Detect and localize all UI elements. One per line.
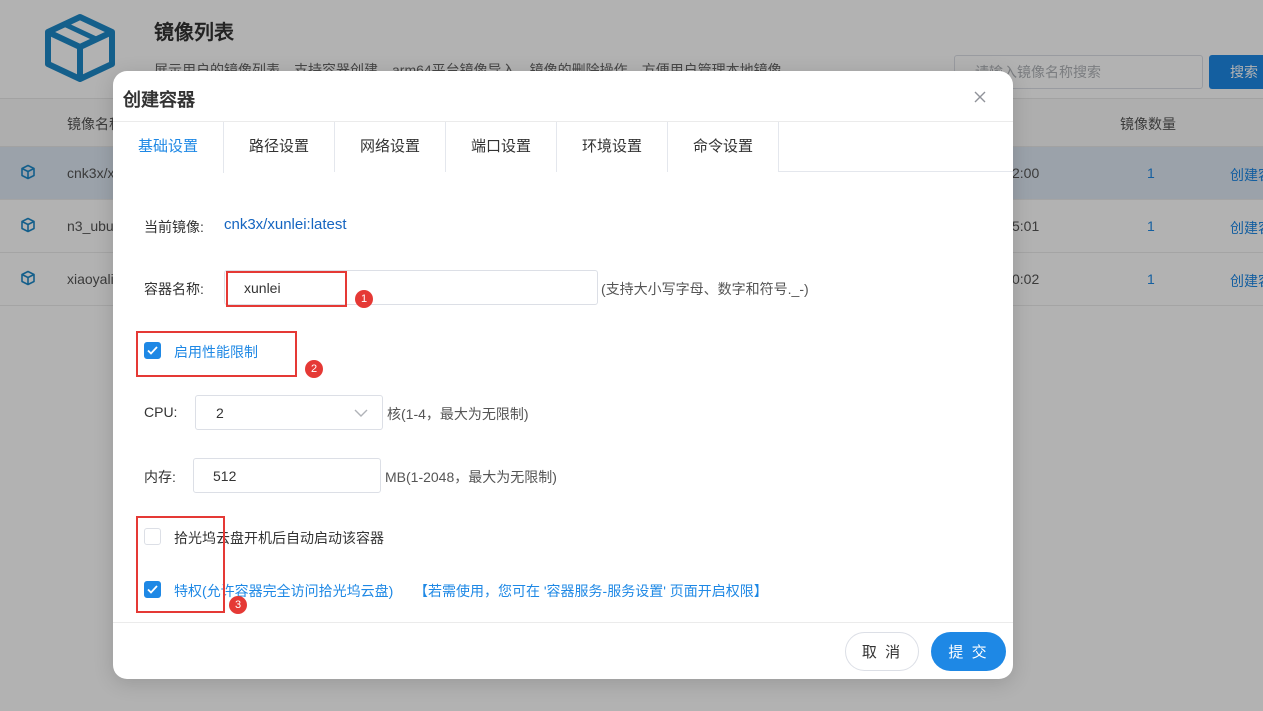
settings-tabs: 基础设置 路径设置 网络设置 端口设置 环境设置 命令设置 — [113, 122, 1013, 173]
dialog-footer: 取 消 提 交 — [113, 622, 1013, 679]
tab-basic-settings[interactable]: 基础设置 — [113, 122, 224, 173]
tab-port-settings[interactable]: 端口设置 — [446, 122, 557, 172]
annotation-box-checkboxes — [136, 516, 225, 613]
cpu-label: CPU: — [144, 404, 178, 420]
privileged-note: 【若需使用，您可在 '容器服务-服务设置' 页面开启权限】 — [414, 583, 768, 599]
tab-env-settings[interactable]: 环境设置 — [557, 122, 668, 172]
annotation-badge: 1 — [355, 290, 373, 308]
submit-button[interactable]: 提 交 — [931, 632, 1006, 671]
cpu-hint: 核(1-4，最大为无限制) — [387, 406, 529, 422]
tab-command-settings[interactable]: 命令设置 — [668, 122, 779, 172]
dialog-header: 创建容器 — [113, 71, 1013, 122]
close-icon[interactable] — [971, 88, 989, 106]
tab-path-settings[interactable]: 路径设置 — [224, 122, 335, 172]
annotation-box-container-name — [226, 271, 347, 307]
annotation-badge: 3 — [229, 596, 247, 614]
cancel-button[interactable]: 取 消 — [845, 632, 919, 671]
dialog-title: 创建容器 — [123, 90, 195, 110]
annotation-box-performance-limit — [136, 331, 297, 377]
chevron-down-icon — [354, 409, 368, 417]
cpu-select-value: 2 — [216, 405, 224, 421]
container-name-label: 容器名称: — [144, 281, 204, 297]
annotation-badge: 2 — [305, 360, 323, 378]
tab-network-settings[interactable]: 网络设置 — [335, 122, 446, 172]
basic-settings-form: 当前镜像: cnk3x/xunlei:latest 容器名称: (支持大小写字母… — [113, 172, 1013, 622]
memory-input[interactable] — [193, 458, 381, 493]
cpu-select[interactable]: 2 — [195, 395, 383, 430]
container-name-hint: (支持大小写字母、数字和符号._-) — [601, 281, 809, 297]
current-image-label: 当前镜像: — [144, 219, 204, 235]
current-image-value: cnk3x/xunlei:latest — [224, 216, 347, 233]
memory-label: 内存: — [144, 469, 176, 485]
memory-hint: MB(1-2048，最大为无限制) — [385, 469, 557, 485]
